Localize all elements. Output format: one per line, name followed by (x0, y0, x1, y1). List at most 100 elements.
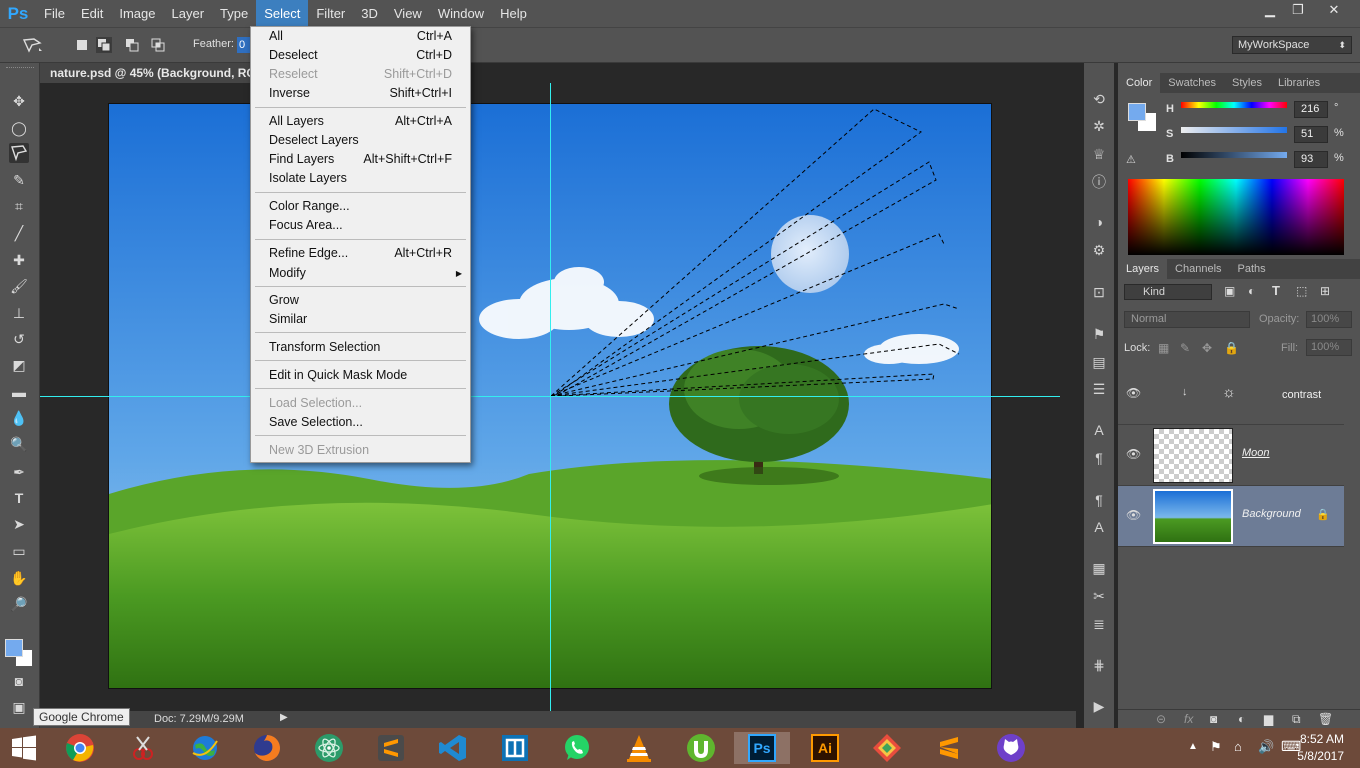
lock-image-icon[interactable]: ✎ (1180, 341, 1190, 355)
tray-chevron-up-icon[interactable]: ▲ (1188, 741, 1198, 752)
menu-select[interactable]: Select (256, 0, 309, 27)
navigator-icon[interactable]: ⊡ (1090, 283, 1108, 301)
history-brush-icon[interactable]: ↺ (9, 329, 29, 349)
menu-item-isolate-layers[interactable]: Isolate Layers (251, 169, 470, 188)
clone-stamp-icon[interactable]: ⊥ (9, 303, 29, 323)
info-icon[interactable]: ⓘ (1090, 173, 1108, 191)
sublime-merge-icon[interactable] (933, 732, 965, 764)
menu-layer[interactable]: Layer (164, 0, 213, 27)
adjustments-icon[interactable]: ◑ (1090, 213, 1108, 231)
new-group-icon[interactable]: ▆ (1264, 712, 1273, 726)
intersect-selection-icon[interactable] (150, 37, 166, 53)
menu-item-focus-area[interactable]: Focus Area... (251, 216, 470, 235)
menu-item-new-3d-extrusion[interactable]: New 3D Extrusion (251, 441, 470, 460)
menu-item-reselect[interactable]: Reselect Shift+Ctrl+D (251, 65, 470, 84)
character-icon[interactable]: A (1090, 421, 1108, 439)
fill-input[interactable]: 100% (1306, 339, 1352, 356)
menu-edit[interactable]: Edit (73, 0, 111, 27)
layer-row-contrast[interactable]: 👁 ↓ ☼ contrast (1118, 364, 1344, 425)
clock-date[interactable]: 5/8/2017 (1292, 749, 1344, 763)
subtract-selection-icon[interactable] (124, 37, 140, 53)
character-styles-icon[interactable]: A (1090, 518, 1108, 536)
crop-icon[interactable]: ⌗ (9, 196, 29, 216)
document-tab[interactable]: nature.psd @ 45% (Background, RGB/ (40, 63, 252, 83)
timeline-icon[interactable]: ⚑ (1090, 325, 1108, 343)
menu-item-find-layers[interactable]: Find Layers Alt+Shift+Ctrl+F (251, 150, 470, 169)
filter-image-icon[interactable]: ▣ (1224, 284, 1235, 298)
layer-row-moon[interactable]: 👁 Moon (1118, 425, 1344, 486)
menu-item-similar[interactable]: Similar (251, 310, 470, 329)
chrome-icon[interactable] (64, 732, 96, 764)
brush-icon[interactable]: 🖌 (9, 276, 29, 296)
menu-help[interactable]: Help (492, 0, 535, 27)
lock-transparent-icon[interactable]: ▦ (1158, 341, 1169, 355)
screen-mode-icon[interactable]: ▣ (9, 697, 29, 717)
menu-item-inverse[interactable]: Inverse Shift+Ctrl+I (251, 84, 470, 103)
vertical-guide[interactable] (550, 83, 551, 711)
fx-icon[interactable]: fx (1184, 712, 1193, 726)
b-value-input[interactable]: 93 (1294, 151, 1328, 168)
menu-item-deselect-layers[interactable]: Deselect Layers (251, 131, 470, 150)
brush-presets-icon[interactable]: ♕ (1090, 145, 1108, 163)
menu-view[interactable]: View (386, 0, 430, 27)
polygonal-lasso-icon[interactable] (9, 143, 29, 163)
blend-mode-select[interactable]: Normal (1124, 311, 1250, 328)
menu-item-quick-mask[interactable]: Edit in Quick Mask Mode (251, 366, 470, 385)
h-value-input[interactable]: 216 (1294, 101, 1328, 118)
menu-filter[interactable]: Filter (308, 0, 353, 27)
color-spectrum-ramp[interactable] (1128, 179, 1344, 255)
filter-smart-icon[interactable]: ⊞ (1320, 284, 1330, 298)
close-button[interactable]: ✕ (1316, 0, 1352, 22)
remote-desktop-icon[interactable] (499, 732, 531, 764)
brightness-slider[interactable] (1181, 152, 1287, 158)
lock-all-icon[interactable]: 🔒 (1224, 341, 1239, 355)
dodge-icon[interactable]: 🔍 (9, 434, 29, 454)
start-windows-icon[interactable] (8, 732, 40, 764)
s-value-input[interactable]: 51 (1294, 126, 1328, 143)
git-kraken-icon[interactable] (871, 732, 903, 764)
eye-icon[interactable]: 👁 (1126, 386, 1142, 402)
eyedropper-icon[interactable]: ╱ (9, 223, 29, 243)
volume-icon[interactable]: 🔊 (1258, 739, 1274, 755)
menu-item-deselect[interactable]: Deselect Ctrl+D (251, 46, 470, 65)
menu-file[interactable]: File (36, 0, 73, 27)
menu-image[interactable]: Image (111, 0, 163, 27)
saturation-slider[interactable] (1181, 127, 1287, 133)
quick-mask-icon[interactable]: ◙ (9, 671, 29, 691)
channels-mixer-icon[interactable]: ☰ (1090, 380, 1108, 398)
tab-layers[interactable]: Layers (1118, 259, 1168, 279)
github-desktop-icon[interactable] (995, 732, 1027, 764)
actions-icon[interactable]: ▤ (1090, 353, 1108, 371)
tab-swatches[interactable]: Swatches (1160, 73, 1224, 93)
eraser-icon[interactable]: ◩ (9, 355, 29, 375)
firefox-icon[interactable] (251, 732, 283, 764)
pen-icon[interactable]: ✒ (9, 462, 29, 482)
tab-channels[interactable]: Channels (1167, 259, 1229, 279)
tab-color[interactable]: Color (1118, 73, 1161, 93)
paragraph-styles-icon[interactable]: ¶ (1090, 491, 1108, 509)
add-mask-icon[interactable]: ◙ (1210, 712, 1217, 726)
paragraph-icon[interactable]: ¶ (1090, 449, 1108, 467)
filter-type-icon[interactable]: T (1272, 283, 1280, 298)
workspace-select[interactable]: MyWorkSpace ⬍ (1232, 36, 1352, 54)
atom-icon[interactable] (313, 732, 345, 764)
layer-filter-select[interactable]: Kind (1124, 284, 1212, 300)
healing-brush-icon[interactable]: ✚ (9, 250, 29, 270)
network-icon[interactable]: ⌂ (1234, 739, 1242, 754)
status-arrow-icon[interactable]: ▶ (280, 712, 288, 723)
new-layer-icon[interactable]: ⧉ (1292, 712, 1301, 727)
layer-comps-icon[interactable]: ≣ (1090, 615, 1108, 633)
properties-icon[interactable]: ⚙ (1090, 241, 1108, 259)
grid-icon[interactable]: ⋕ (1090, 656, 1108, 674)
menu-item-all[interactable]: All Ctrl+A (251, 27, 470, 46)
menu-item-save-selection[interactable]: Save Selection... (251, 413, 470, 432)
move-tool-icon[interactable]: ✥ (9, 91, 29, 111)
layer-name[interactable]: contrast (1282, 389, 1321, 401)
menu-window[interactable]: Window (430, 0, 492, 27)
elliptical-marquee-icon[interactable]: ◯ (9, 118, 29, 138)
clock-time[interactable]: 8:52 AM (1296, 732, 1344, 746)
horizontal-guide[interactable] (40, 396, 1060, 397)
new-adjustment-icon[interactable]: ◐ (1238, 712, 1245, 726)
play-icon[interactable]: ▶ (1090, 697, 1108, 715)
add-selection-icon[interactable] (96, 37, 112, 53)
